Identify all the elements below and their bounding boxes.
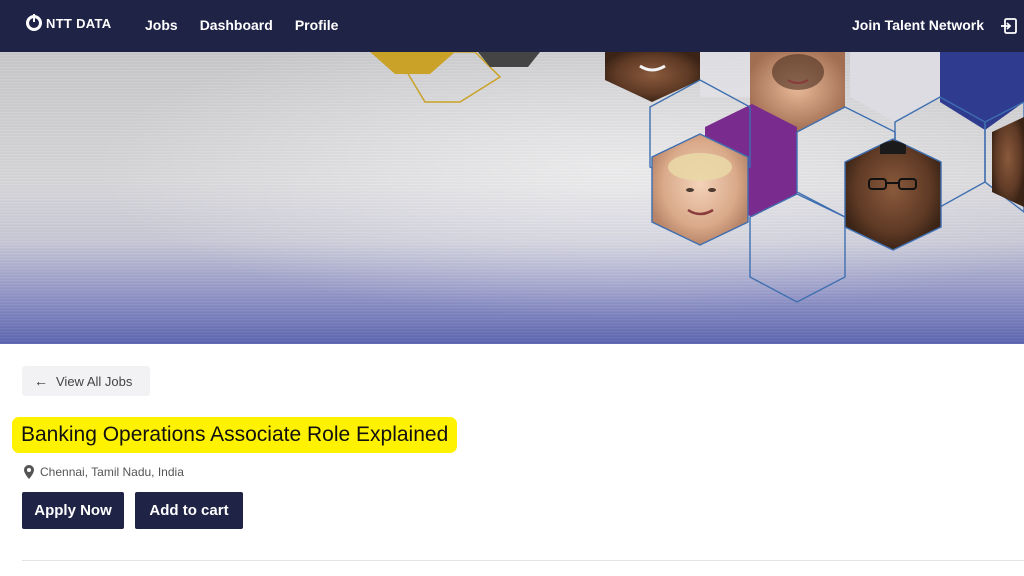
job-location: Chennai, Tamil Nadu, India — [24, 465, 184, 479]
arrow-left-icon: ← — [34, 373, 48, 389]
hex-light-2 — [850, 52, 940, 122]
apply-now-button[interactable]: Apply Now — [22, 492, 124, 529]
job-location-text: Chennai, Tamil Nadu, India — [40, 465, 184, 479]
job-title: Banking Operations Associate Role Explai… — [12, 417, 458, 453]
nav-link-jobs[interactable]: Jobs — [145, 17, 178, 33]
hex-face-4 — [844, 138, 942, 251]
ntt-data-logo[interactable]: NTT DATA — [26, 14, 112, 31]
nav-link-profile[interactable]: Profile — [295, 17, 339, 33]
logo-icon — [26, 14, 42, 31]
sign-in-icon[interactable] — [1000, 17, 1018, 35]
hexagon-collage — [370, 52, 1024, 303]
view-all-jobs-button[interactable]: ← View All Jobs — [22, 366, 150, 396]
hex-navy-1 — [940, 52, 1024, 130]
add-to-cart-button[interactable]: Add to cart — [135, 492, 243, 529]
location-pin-icon — [24, 465, 34, 479]
hex-gold — [370, 52, 455, 74]
logo-text: NTT DATA — [46, 15, 112, 31]
nav-links: Jobs Dashboard Profile — [145, 17, 338, 33]
hex-face-3 — [651, 133, 749, 246]
job-title-text: Banking Operations Associate Role Explai… — [21, 423, 449, 446]
hex-light-1 — [700, 52, 750, 97]
hero-banner — [0, 52, 1024, 344]
view-all-jobs-label: View All Jobs — [56, 373, 133, 389]
hex-face-1 — [605, 52, 700, 102]
nav-link-dashboard[interactable]: Dashboard — [200, 17, 273, 33]
hex-face-5 — [992, 117, 1024, 207]
top-nav: NTT DATA Jobs Dashboard Profile Join Tal… — [0, 0, 1024, 52]
join-talent-network-link[interactable]: Join Talent Network — [852, 17, 984, 33]
divider — [22, 560, 1024, 561]
